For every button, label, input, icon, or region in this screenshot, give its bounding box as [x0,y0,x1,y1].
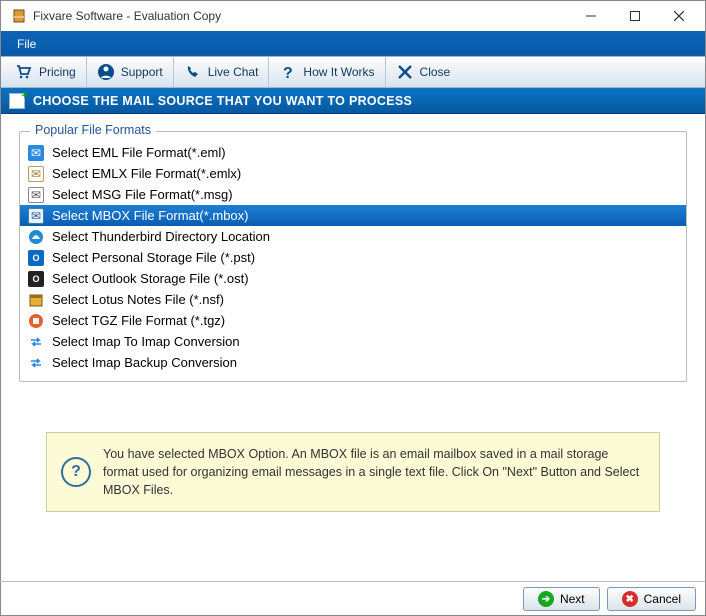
close-button[interactable]: Close [386,57,461,87]
format-item-ost[interactable]: O Select Outlook Storage File (*.ost) [20,268,686,289]
button-label: Cancel [644,592,681,606]
cancel-icon: ✖ [622,591,638,607]
toolbar: Pricing Support Live Chat ? How It Works… [1,56,705,88]
info-text: You have selected MBOX Option. An MBOX f… [103,445,645,499]
format-label: Select TGZ File Format (*.tgz) [52,313,225,328]
eml-icon: ✉ [28,145,44,161]
button-label: Next [560,592,585,606]
cancel-button[interactable]: ✖ Cancel [607,587,696,611]
banner: CHOOSE THE MAIL SOURCE THAT YOU WANT TO … [1,88,705,114]
toolbar-label: Pricing [39,65,76,79]
footer: ➔ Next ✖ Cancel [0,581,706,616]
minimize-button[interactable] [569,2,613,30]
question-icon: ? [279,63,297,81]
format-label: Select Thunderbird Directory Location [52,229,270,244]
cart-icon [15,63,33,81]
window-title: Fixvare Software - Evaluation Copy [33,9,569,23]
maximize-button[interactable] [613,2,657,30]
pricing-button[interactable]: Pricing [5,57,87,87]
close-icon [396,63,414,81]
imap-backup-icon [28,355,44,371]
format-item-thunderbird[interactable]: Select Thunderbird Directory Location [20,226,686,247]
format-item-imap-backup[interactable]: Select Imap Backup Conversion [20,352,686,373]
mbox-icon: ✉ [28,208,44,224]
app-icon [11,8,27,24]
format-label: Select Imap Backup Conversion [52,355,237,370]
toolbar-label: Close [420,65,451,79]
format-item-emlx[interactable]: ✉ Select EMLX File Format(*.emlx) [20,163,686,184]
format-item-nsf[interactable]: Select Lotus Notes File (*.nsf) [20,289,686,310]
format-item-pst[interactable]: O Select Personal Storage File (*.pst) [20,247,686,268]
how-it-works-button[interactable]: ? How It Works [269,57,385,87]
toolbar-label: How It Works [303,65,374,79]
banner-text: CHOOSE THE MAIL SOURCE THAT YOU WANT TO … [33,94,412,108]
support-icon [97,63,115,81]
format-label: Select EML File Format(*.eml) [52,145,226,160]
group-legend: Popular File Formats [30,123,156,137]
format-label: Select Imap To Imap Conversion [52,334,240,349]
format-item-imap-to-imap[interactable]: Select Imap To Imap Conversion [20,331,686,352]
banner-icon [9,93,25,109]
toolbar-label: Live Chat [208,65,259,79]
arrow-right-icon: ➔ [538,591,554,607]
format-label: Select MSG File Format(*.msg) [52,187,233,202]
format-list: ✉ Select EML File Format(*.eml) ✉ Select… [20,142,686,373]
info-question-icon: ? [61,457,91,487]
next-button[interactable]: ➔ Next [523,587,600,611]
nsf-icon [28,292,44,308]
support-button[interactable]: Support [87,57,174,87]
close-window-button[interactable] [657,2,701,30]
format-item-eml[interactable]: ✉ Select EML File Format(*.eml) [20,142,686,163]
toolbar-label: Support [121,65,163,79]
format-label: Select Lotus Notes File (*.nsf) [52,292,224,307]
menu-file[interactable]: File [9,35,44,53]
popular-file-formats-group: Popular File Formats ✉ Select EML File F… [19,131,687,382]
emlx-icon: ✉ [28,166,44,182]
svg-text:?: ? [283,65,293,81]
format-label: Select MBOX File Format(*.mbox) [52,208,249,223]
ost-icon: O [28,271,44,287]
format-label: Select EMLX File Format(*.emlx) [52,166,241,181]
menubar: File [1,31,705,56]
phone-icon [184,63,202,81]
tgz-icon [28,313,44,329]
format-label: Select Outlook Storage File (*.ost) [52,271,249,286]
format-label: Select Personal Storage File (*.pst) [52,250,255,265]
titlebar: Fixvare Software - Evaluation Copy [1,1,705,31]
infobox: ? You have selected MBOX Option. An MBOX… [46,432,660,512]
livechat-button[interactable]: Live Chat [174,57,270,87]
pst-icon: O [28,250,44,266]
format-item-msg[interactable]: ✉ Select MSG File Format(*.msg) [20,184,686,205]
format-item-mbox[interactable]: ✉ Select MBOX File Format(*.mbox) [20,205,686,226]
thunderbird-icon [28,229,44,245]
imap-sync-icon [28,334,44,350]
format-item-tgz[interactable]: Select TGZ File Format (*.tgz) [20,310,686,331]
msg-icon: ✉ [28,187,44,203]
